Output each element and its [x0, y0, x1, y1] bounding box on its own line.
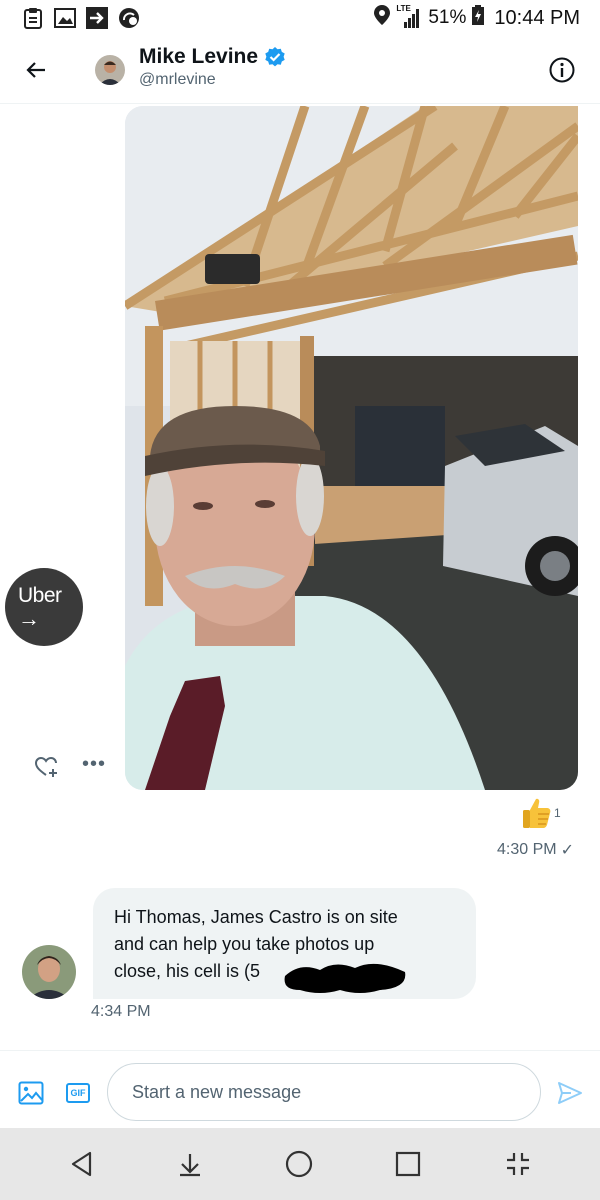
message-line: and can help you take photos up [114, 934, 375, 954]
status-bar: LTE 51% 10:44 PM [0, 0, 600, 36]
reaction-count: 1 [554, 806, 561, 820]
nav-home-button[interactable] [281, 1146, 317, 1182]
verified-badge-icon [265, 47, 285, 67]
reaction[interactable]: 1 [520, 796, 561, 830]
triangle-back-icon [71, 1151, 92, 1177]
react-button[interactable] [34, 754, 60, 780]
sender-avatar[interactable] [22, 945, 76, 999]
circle-home-icon [285, 1150, 313, 1178]
arrow-box-icon [86, 7, 108, 29]
back-button[interactable] [22, 56, 50, 84]
nav-notifications-button[interactable] [172, 1146, 208, 1182]
media-button[interactable] [18, 1081, 44, 1105]
sent-meta: 4:30 PM ✓ [497, 840, 574, 860]
nav-back-button[interactable] [64, 1146, 100, 1182]
notification-icon [118, 7, 140, 29]
composer: GIF [0, 1050, 600, 1128]
square-recents-icon [395, 1151, 421, 1177]
uber-button[interactable]: Uber → [5, 568, 83, 646]
message-line: Hi Thomas, James Castro is on site [114, 907, 398, 927]
arrow-right-icon: → [18, 606, 40, 631]
avatar[interactable] [95, 55, 125, 85]
contact-name[interactable]: Mike Levine [139, 45, 258, 69]
signal-icon: LTE [396, 4, 422, 29]
redaction-scribble [284, 963, 406, 993]
thumbs-up-icon [523, 798, 551, 828]
sent-time: 4:30 PM [497, 841, 557, 858]
checkmark-icon: ✓ [560, 842, 574, 859]
send-button[interactable] [557, 1081, 583, 1105]
clock: 10:44 PM [494, 6, 580, 29]
nav-recents-button[interactable] [390, 1146, 426, 1182]
received-time: 4:34 PM [91, 1003, 151, 1020]
compress-icon [507, 1153, 529, 1175]
nav-screen-button[interactable] [500, 1146, 536, 1182]
sent-photo[interactable] [125, 106, 578, 790]
navigation-bar [0, 1128, 600, 1200]
more-button[interactable]: ••• [82, 754, 106, 774]
battery-percent: 51% [428, 7, 467, 28]
location-icon [374, 5, 391, 31]
info-button[interactable] [548, 56, 576, 84]
gif-button[interactable]: GIF [66, 1083, 90, 1103]
back-arrow-icon [26, 62, 45, 78]
image-icon [54, 7, 76, 29]
send-icon [558, 1082, 582, 1104]
message-input[interactable] [107, 1063, 541, 1121]
arrow-down-icon [180, 1154, 200, 1177]
heart-plus-icon [34, 756, 57, 777]
image-icon [18, 1081, 44, 1105]
battery-icon [472, 5, 485, 31]
contact-handle: @mrlevine [139, 71, 216, 88]
conversation-header: Mike Levine @mrlevine [0, 36, 600, 104]
clipboard-icon [22, 7, 44, 29]
info-icon [549, 57, 575, 83]
